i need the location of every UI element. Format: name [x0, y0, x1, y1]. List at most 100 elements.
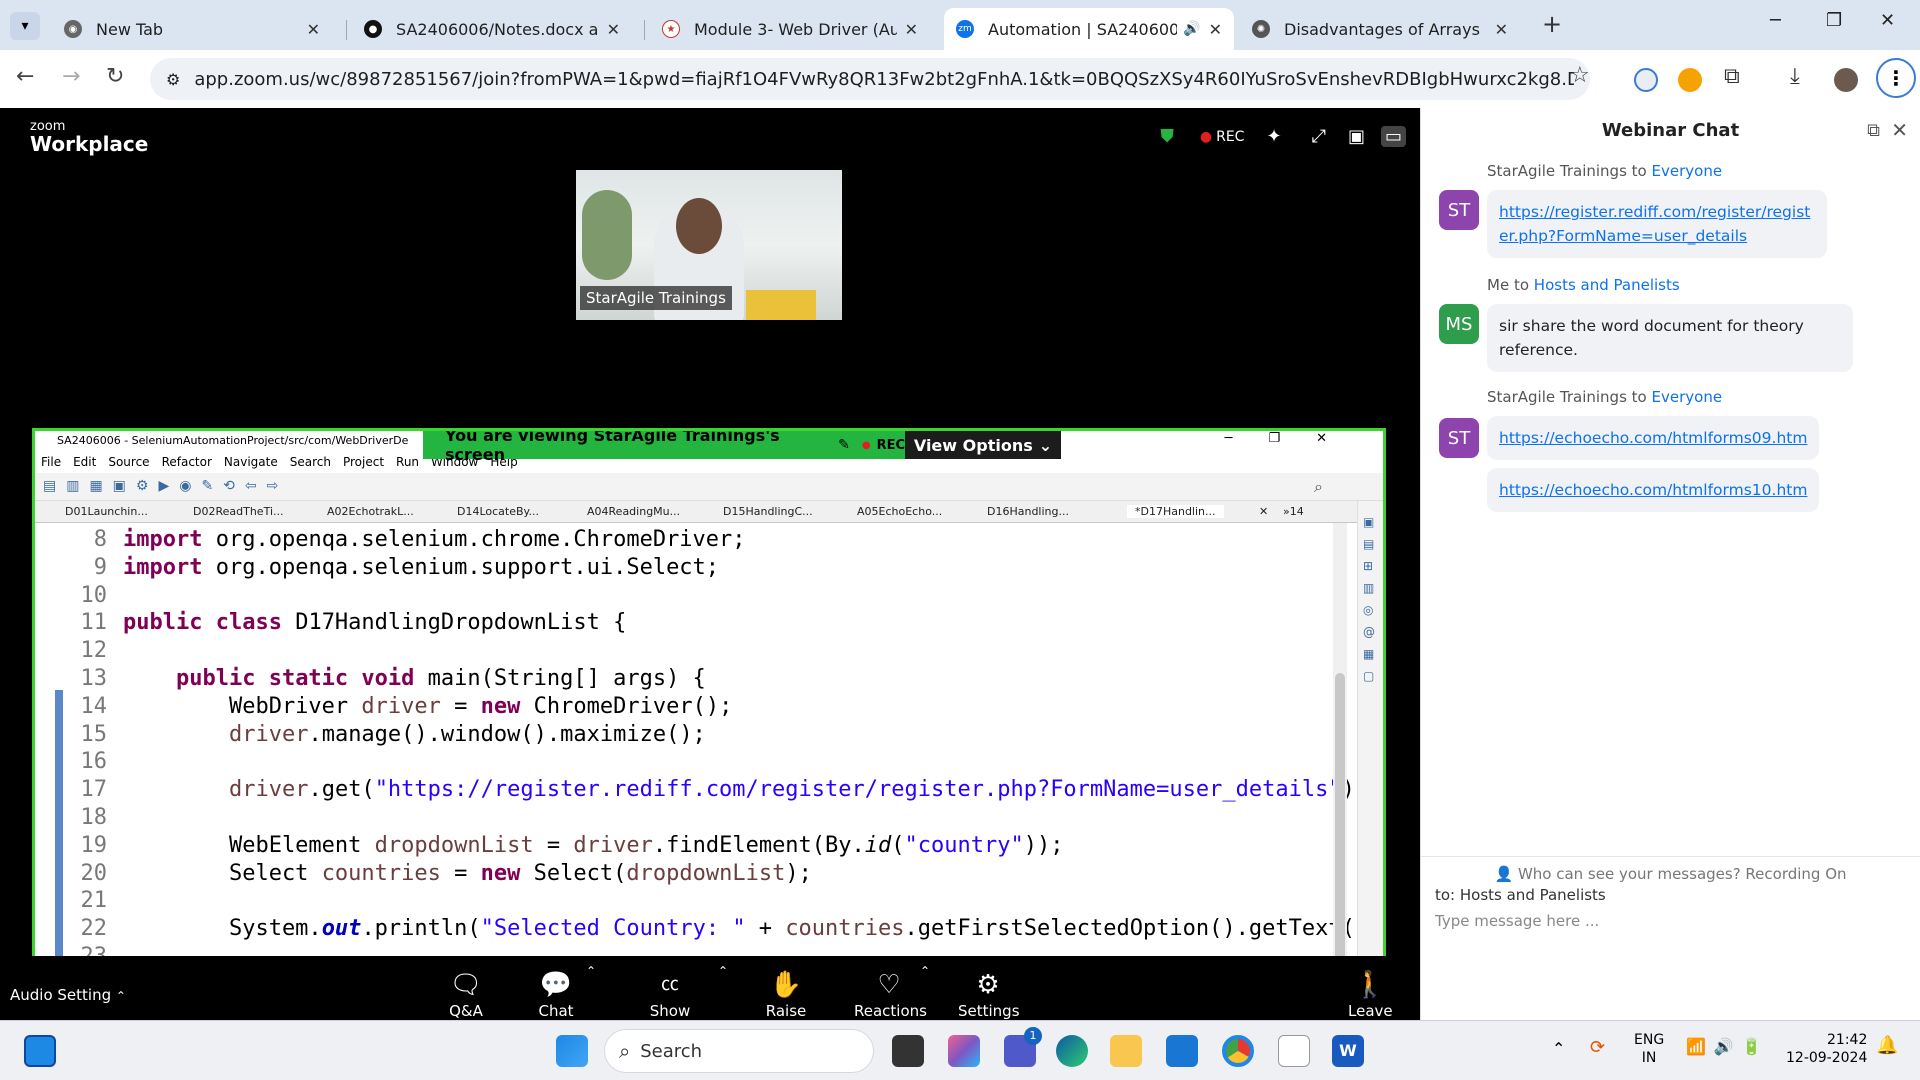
shield-icon[interactable]: ⛊: [1160, 126, 1174, 147]
pen-icon[interactable]: ✎: [838, 437, 850, 453]
edge-icon[interactable]: [1056, 1035, 1088, 1067]
editor-tab[interactable]: D01Launchin...: [65, 505, 148, 518]
copilot-icon[interactable]: [948, 1035, 980, 1067]
close-icon[interactable]: ✕: [1891, 118, 1908, 142]
layout-icon[interactable]: ▭: [1380, 126, 1406, 147]
chevron-up-icon[interactable]: ⌃: [116, 989, 126, 1003]
ai-spark-icon[interactable]: ✦: [1266, 126, 1281, 147]
widgets-icon[interactable]: [24, 1035, 56, 1067]
extension-icon[interactable]: [1678, 68, 1702, 92]
chat-link[interactable]: https://echoecho.com/htmlforms10.htm: [1499, 481, 1807, 499]
close-icon[interactable]: ✕: [905, 20, 918, 39]
sync-icon[interactable]: ⟳: [1590, 1037, 1605, 1058]
menu-search[interactable]: Search: [290, 455, 331, 471]
menu-project[interactable]: Project: [343, 455, 384, 471]
taskbar-search[interactable]: ⌕ Search: [604, 1029, 874, 1073]
chat-link[interactable]: https://echoecho.com/htmlforms09.htm: [1499, 429, 1807, 447]
teams-icon[interactable]: 1: [1004, 1027, 1042, 1067]
puzzle-icon[interactable]: ⧉: [1724, 64, 1740, 89]
settings-button[interactable]: ⚙ Settings: [958, 968, 1020, 1020]
back-icon[interactable]: ←: [16, 64, 34, 89]
audio-label: Audio Setting: [10, 986, 112, 1004]
close-window-icon[interactable]: ✕: [1880, 10, 1895, 31]
minimize-icon[interactable]: ─: [1770, 10, 1781, 31]
editor-tab[interactable]: A02EchotrakL...: [327, 505, 414, 518]
chat-bubble: https://echoecho.com/htmlforms09.htm: [1487, 416, 1820, 460]
close-icon[interactable]: ✕: [307, 20, 320, 39]
download-icon[interactable]: ⤓: [1790, 64, 1800, 89]
language-indicator[interactable]: ENG IN: [1634, 1031, 1664, 1067]
menu-edit[interactable]: Edit: [73, 455, 96, 471]
side-icons[interactable]: ▣ ▤ ⊞ ▥ ◎ @ ▦ ▢: [1363, 511, 1375, 687]
editor-tab[interactable]: D16Handling...: [987, 505, 1069, 518]
chat-visibility-note[interactable]: 👤 Who can see your messages? Recording O…: [1421, 856, 1920, 883]
chrome-icon[interactable]: [1222, 1035, 1254, 1067]
chat-message-input[interactable]: Type message here ...: [1435, 912, 1599, 930]
word-icon[interactable]: W: [1332, 1035, 1364, 1067]
notifications-icon[interactable]: 🔔: [1876, 1035, 1898, 1056]
tab-arrays[interactable]: ✺ Disadvantages of Arrays ✕: [1240, 8, 1520, 50]
toolbar-icons[interactable]: ▤▥▦▣⚙▶◉✎⟲⇦⇨: [43, 478, 288, 494]
bookmark-star-icon[interactable]: ☆: [1570, 63, 1590, 88]
close-icon[interactable]: ✕: [1495, 20, 1508, 39]
close-icon[interactable]: ✕: [1259, 505, 1268, 518]
menu-file[interactable]: File: [41, 455, 61, 471]
view-icon[interactable]: ▣: [1348, 126, 1365, 147]
menu-run[interactable]: Run: [396, 455, 419, 471]
editor-tab[interactable]: D02ReadTheTi...: [193, 505, 284, 518]
reactions-button[interactable]: ♡ Reactions: [854, 968, 927, 1020]
task-view-icon[interactable]: [892, 1035, 924, 1067]
menu-source[interactable]: Source: [108, 455, 149, 471]
extension-icon[interactable]: [1634, 68, 1658, 92]
clock[interactable]: 21:42 12-09-2024: [1786, 1031, 1867, 1067]
site-info-icon[interactable]: ⚙: [166, 70, 180, 89]
editor-tab[interactable]: A05EchoEcho...: [857, 505, 942, 518]
fullscreen-icon[interactable]: ⤢: [1312, 126, 1326, 147]
search-icon[interactable]: ⌕: [1314, 477, 1323, 497]
editor-tab-active[interactable]: *D17Handlin...: [1127, 505, 1224, 518]
system-tray-icons[interactable]: 📶🔊🔋: [1686, 1037, 1770, 1056]
view-options-button[interactable]: View Options ⌄: [905, 431, 1061, 459]
reload-icon[interactable]: ↻: [106, 64, 124, 89]
tab-zoom-active[interactable]: zm Automation | SA2406006 Tr 🔊 ✕: [944, 8, 1234, 50]
menu-refactor[interactable]: Refactor: [162, 455, 212, 471]
tab-search-button[interactable]: ▾: [10, 12, 40, 40]
chevron-up-icon[interactable]: ⌃: [586, 964, 596, 978]
speaker-icon[interactable]: 🔊: [1183, 21, 1200, 37]
restore-icon[interactable]: ❐: [1826, 10, 1842, 31]
folder-icon[interactable]: [1110, 1035, 1142, 1067]
close-icon[interactable]: ✕: [1209, 20, 1222, 39]
avatar[interactable]: [1834, 68, 1858, 92]
forward-icon[interactable]: →: [62, 64, 80, 89]
address-input[interactable]: ⚙ app.zoom.us/wc/89872851567/join?fromPW…: [150, 58, 1590, 100]
chevron-up-icon[interactable]: ⌃: [920, 964, 930, 978]
popout-icon[interactable]: ⧉: [1867, 120, 1880, 141]
audio-setting-button[interactable]: Audio Setting ⌃: [10, 986, 126, 1004]
more-tabs[interactable]: »14: [1283, 505, 1304, 518]
tab-title: Disadvantages of Arrays: [1284, 19, 1480, 39]
new-tab-button[interactable]: +: [1542, 10, 1562, 38]
notepad-icon[interactable]: [1278, 1035, 1310, 1067]
editor-tab[interactable]: D14LocateBy...: [457, 505, 539, 518]
windows-start-icon[interactable]: [556, 1035, 588, 1067]
tab-new-tab[interactable]: ◉ New Tab ✕: [52, 8, 332, 50]
editor-tab[interactable]: A04ReadingMu...: [587, 505, 680, 518]
editor-tab[interactable]: D15HandlingC...: [723, 505, 813, 518]
rec-dot-icon: ●: [861, 439, 871, 451]
qa-button[interactable]: 🗨 Q&A: [436, 968, 496, 1020]
code-line: 11 public class D17HandlingDropdownList {: [59, 609, 1381, 637]
chevron-up-icon[interactable]: ⌃: [1552, 1039, 1565, 1058]
tab-module3[interactable]: ★ Module 3- Web Driver (Automa ✕: [650, 8, 930, 50]
menu-icon[interactable]: ⋮: [1876, 58, 1916, 98]
line-number: 10: [80, 582, 108, 608]
store-icon[interactable]: [1166, 1035, 1198, 1067]
menu-navigate[interactable]: Navigate: [224, 455, 278, 471]
chat-recipient[interactable]: to: Hosts and Panelists: [1435, 886, 1606, 904]
leave-button[interactable]: 🚶 Leave: [1348, 968, 1393, 1020]
chevron-up-icon[interactable]: ⌃: [718, 964, 728, 978]
share-banner: You are viewing StarAgile Trainings's sc…: [423, 431, 905, 464]
close-icon[interactable]: ✕: [607, 20, 620, 39]
chat-link[interactable]: https://register.rediff.com/register/reg…: [1499, 203, 1810, 245]
chat-button[interactable]: 💬 Chat: [530, 968, 582, 1020]
tab-github[interactable]: ● SA2406006/Notes.docx at mast ✕: [352, 8, 632, 50]
